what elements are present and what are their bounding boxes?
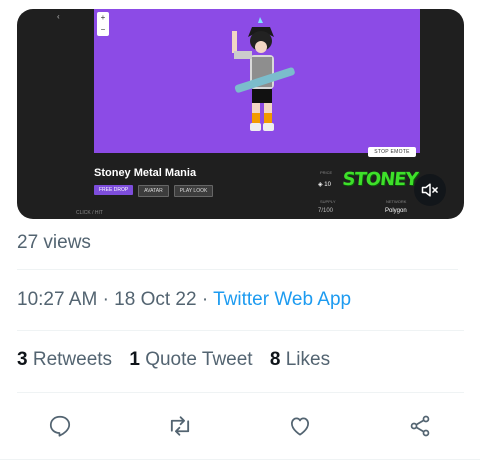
divider xyxy=(0,459,480,460)
reply-icon xyxy=(49,415,71,437)
like-button[interactable] xyxy=(283,409,317,443)
network-label: NETWORK xyxy=(386,199,407,204)
separator-dot: · xyxy=(102,289,109,310)
retweets-label: Retweets xyxy=(32,349,113,370)
separator-dot: · xyxy=(201,289,209,310)
stoney-logo: STONEY xyxy=(341,169,419,190)
likes-count: 8 xyxy=(269,349,281,370)
quote-tweets-stat[interactable]: 1 Quote Tweet xyxy=(129,349,252,370)
price-value: ◈ 10 xyxy=(318,182,331,188)
engagement-stats: 3 Retweets 1 Quote Tweet 8 Likes xyxy=(17,349,330,371)
chevron-left-icon[interactable]: ‹ xyxy=(57,12,60,21)
media-footer-text: CLICK / HIT xyxy=(76,210,103,216)
tweet-media-video[interactable]: ‹ + − STOP EMOTE Stoney Metal Mania FREE… xyxy=(17,9,464,219)
zoom-in-icon[interactable]: + xyxy=(101,14,106,22)
retweets-count: 3 xyxy=(17,349,28,370)
quotes-label: Quote Tweet xyxy=(145,349,253,370)
badge-avatar[interactable]: AVATAR xyxy=(138,185,169,197)
volume-muted-icon xyxy=(421,183,438,197)
reply-button[interactable] xyxy=(43,409,77,443)
network-value: Polygon xyxy=(385,208,407,214)
quotes-count: 1 xyxy=(129,349,140,370)
nft-badges: FREE DROP AVATAR PLAY LOOK xyxy=(94,185,214,197)
retweets-stat[interactable]: 3 Retweets xyxy=(17,349,112,370)
tweet-timestamp-row: 10:27 AM · 18 Oct 22 · Twitter Web App xyxy=(17,289,351,311)
badge-free-drop[interactable]: FREE DROP xyxy=(94,185,134,195)
retweet-icon xyxy=(170,416,190,436)
divider xyxy=(17,392,464,393)
view-count[interactable]: 27 views xyxy=(17,232,91,254)
nft-title: Stoney Metal Mania xyxy=(94,167,197,179)
supply-value: 7/100 xyxy=(318,208,334,214)
share-icon xyxy=(410,415,430,437)
share-button[interactable] xyxy=(403,409,437,443)
tweet-date[interactable]: 18 Oct 22 xyxy=(114,289,196,310)
mute-toggle-button[interactable] xyxy=(414,174,446,206)
zoom-out-icon[interactable]: − xyxy=(101,26,106,34)
tweet-source-link[interactable]: Twitter Web App xyxy=(213,289,351,310)
price-label: PRICE xyxy=(320,170,333,175)
like-icon xyxy=(291,417,309,436)
tweet-time[interactable]: 10:27 AM xyxy=(17,289,97,310)
retweet-button[interactable] xyxy=(163,409,197,443)
divider xyxy=(17,269,458,270)
stop-emote-button[interactable]: STOP EMOTE xyxy=(368,147,416,157)
likes-stat[interactable]: 8 Likes xyxy=(270,349,330,370)
tweet-actions-bar xyxy=(0,409,480,443)
supply-label: SUPPLY xyxy=(320,199,336,204)
likes-label: Likes xyxy=(285,349,331,370)
divider xyxy=(17,330,464,331)
avatar-character-image xyxy=(232,17,295,131)
zoom-controls[interactable]: + − xyxy=(97,12,109,36)
badge-play-look[interactable]: PLAY LOOK xyxy=(173,185,214,197)
